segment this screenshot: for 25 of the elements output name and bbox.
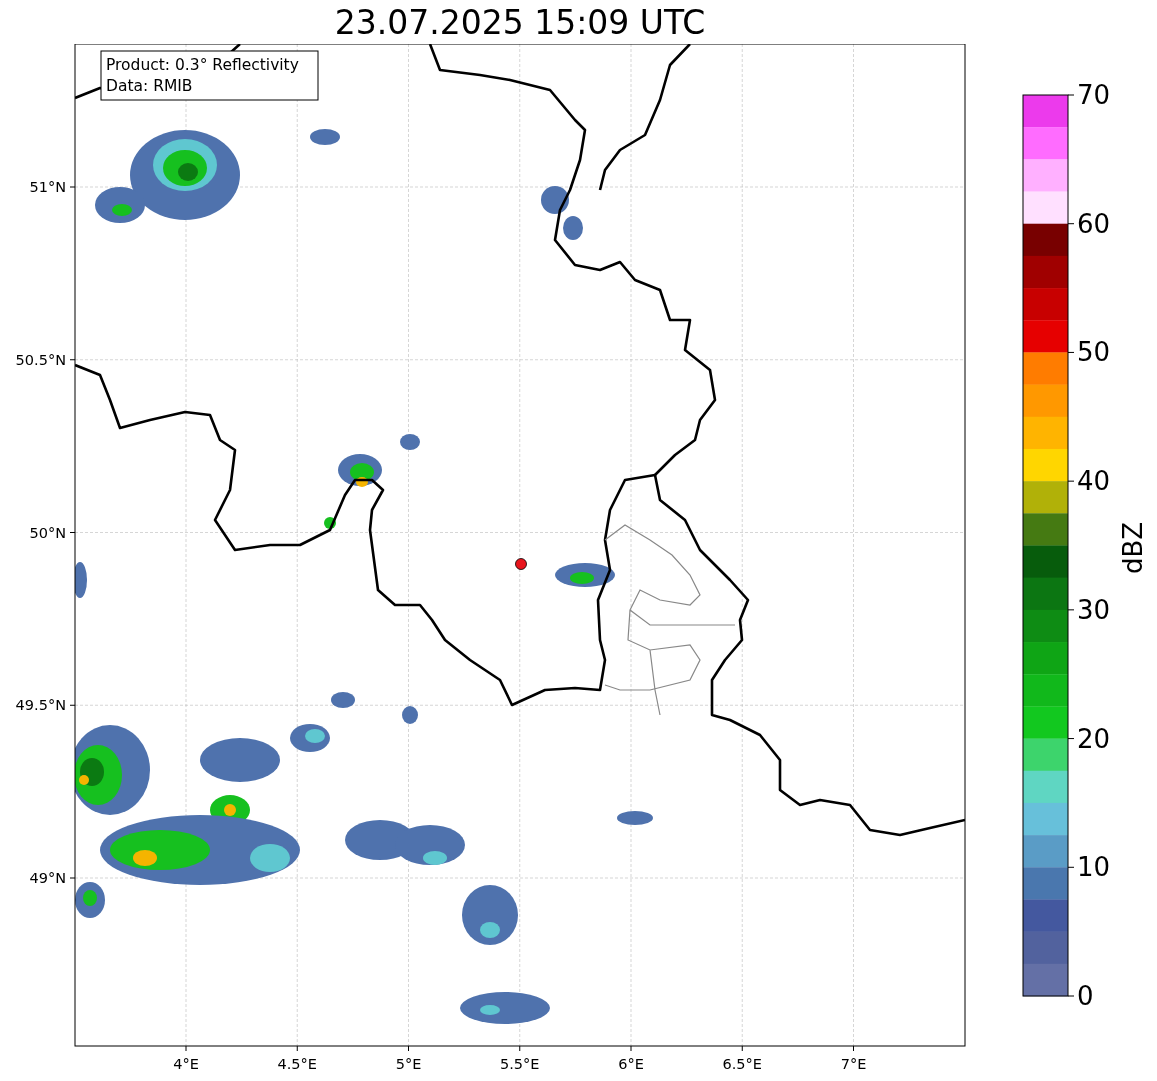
axis-tick-label: 50°N xyxy=(29,524,66,541)
axis-tick-label: 5°E xyxy=(395,1056,422,1072)
colorbar-tick-label: 70 xyxy=(1077,80,1111,110)
colorbar-tick-label: 40 xyxy=(1077,466,1111,497)
axis-tick-label: 49°N xyxy=(29,870,66,886)
axis-tick-label: 5.5°E xyxy=(500,1056,540,1072)
axis-tick-label: 4°E xyxy=(173,1056,199,1072)
axis-tick-label: 6.5°E xyxy=(722,1056,762,1072)
info-text: Product: 0.3° Reflectivity xyxy=(106,56,299,74)
chart-title: 23.07.2025 15:09 UTC xyxy=(333,2,707,44)
colorbar-tick-label: 10 xyxy=(1077,852,1111,883)
colorbar-label: dBZ xyxy=(1118,521,1148,575)
axis-tick-label: 51°N xyxy=(29,179,66,195)
radar-station-icon xyxy=(515,558,527,570)
axis-tick-label: 50.5°N xyxy=(15,351,66,368)
axis-tick-label: 6°E xyxy=(618,1056,644,1072)
colorbar-tick-label: 30 xyxy=(1077,594,1111,625)
colorbar-tick-label: 20 xyxy=(1077,723,1111,754)
colorbar-tick-label: 60 xyxy=(1077,208,1111,239)
info-text: Data: RMIB xyxy=(106,77,193,95)
axis-tick-label: 49.5°N xyxy=(15,697,66,714)
colorbar-tick-label: 0 xyxy=(1077,981,1094,1011)
axis-tick-label: 7°E xyxy=(840,1056,867,1072)
colorbar-tick-label: 50 xyxy=(1077,337,1111,368)
axis-tick-label: 4.5°E xyxy=(277,1056,317,1072)
